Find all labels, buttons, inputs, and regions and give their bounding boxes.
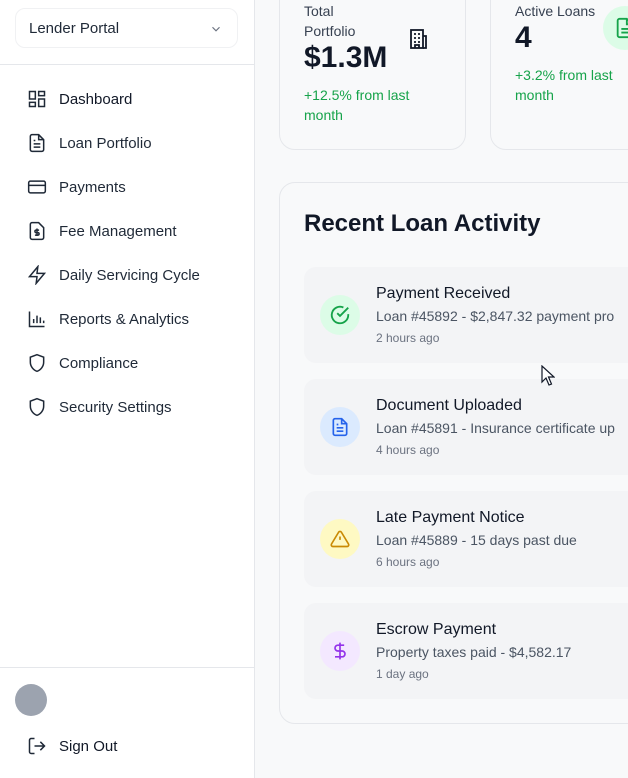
mouse-cursor-icon: [541, 365, 555, 386]
dollar-file-icon: [29, 221, 45, 241]
activity-item[interactable]: Payment Received Loan #45892 - $2,847.32…: [304, 267, 628, 363]
activity-icon-badge: [320, 519, 360, 559]
activity-item[interactable]: Escrow Payment Property taxes paid - $4,…: [304, 603, 628, 699]
activity-icon-badge: [320, 631, 360, 671]
grid-icon: [28, 90, 46, 108]
warning-icon: [330, 530, 350, 548]
portal-select-label: Lender Portal: [29, 19, 120, 37]
sidebar-item-compliance[interactable]: Compliance: [0, 341, 255, 385]
sidebar-item-label: Dashboard: [59, 90, 133, 108]
sidebar-item-security[interactable]: Security Settings: [0, 385, 255, 429]
activity-time: 4 hours ago: [376, 443, 440, 457]
stat-label: Active Loans: [515, 3, 596, 19]
lightning-icon: [27, 265, 47, 285]
activity-icon-badge: [320, 295, 360, 335]
activity-desc: Loan #45889 - 15 days past due: [376, 532, 577, 548]
bar-chart-icon: [28, 311, 45, 328]
activity-time: 2 hours ago: [376, 331, 440, 345]
stat-change: +3.2% from last month: [515, 67, 613, 103]
sidebar-bottom-divider: [0, 667, 255, 668]
activity-item[interactable]: Late Payment Notice Loan #45889 - 15 day…: [304, 491, 628, 587]
shield-icon: [29, 397, 45, 417]
building-icon: [410, 29, 427, 49]
document-icon: [332, 417, 348, 437]
activity-time: 1 day ago: [376, 667, 429, 681]
avatar[interactable]: [15, 684, 47, 716]
activity-title-text: Document Uploaded: [376, 397, 522, 414]
sign-out-label: Sign Out: [59, 737, 118, 755]
shield-icon: [29, 353, 45, 373]
dollar-icon: [334, 642, 346, 660]
activity-title-text: Payment Received: [376, 285, 511, 302]
chevron-down-icon: [212, 26, 220, 32]
sign-out-icon: [28, 737, 46, 755]
activity-desc: Property taxes paid - $4,582.17: [376, 644, 572, 660]
sidebar-item-label: Daily Servicing Cycle: [59, 266, 200, 284]
stat-label: Total Portfolio: [304, 3, 356, 39]
sidebar-item-label: Security Settings: [59, 398, 172, 416]
sidebar-item-label: Loan Portfolio: [59, 134, 152, 152]
sidebar-item-daily-servicing[interactable]: Daily Servicing Cycle: [0, 253, 255, 297]
portal-select[interactable]: Lender Portal: [15, 8, 238, 48]
sidebar-item-loan-portfolio[interactable]: Loan Portfolio: [0, 121, 255, 165]
stat-value: $1.3M: [304, 41, 388, 74]
sidebar-item-label: Payments: [59, 178, 126, 196]
stat-value: 4: [515, 21, 532, 54]
sidebar-divider: [0, 64, 255, 65]
sidebar-item-reports[interactable]: Reports & Analytics: [0, 297, 255, 341]
sign-out-button[interactable]: Sign Out: [27, 736, 117, 756]
document-icon: [616, 17, 628, 39]
activity-title-text: Escrow Payment: [376, 621, 497, 638]
sidebar-nav: Dashboard Loan Portfolio Payments Fee Ma…: [0, 77, 255, 429]
activity-title-text: Late Payment Notice: [376, 509, 525, 526]
sidebar-item-payments[interactable]: Payments: [0, 165, 255, 209]
activity-desc: Loan #45891 - Insurance certificate up: [376, 420, 615, 436]
sidebar: Lender Portal Dashboard Loan Portfolio P…: [0, 0, 255, 778]
sidebar-item-fee-management[interactable]: Fee Management: [0, 209, 255, 253]
sidebar-item-label: Compliance: [59, 354, 139, 372]
stat-change: +12.5% from last month: [304, 87, 410, 123]
activity-title: Recent Loan Activity: [304, 210, 541, 237]
credit-card-icon: [27, 180, 47, 194]
sidebar-item-label: Reports & Analytics: [59, 310, 190, 328]
activity-time: 6 hours ago: [376, 555, 440, 569]
sidebar-item-label: Fee Management: [59, 222, 177, 240]
activity-item[interactable]: Document Uploaded Loan #45891 - Insuranc…: [304, 379, 628, 475]
activity-icon-badge: [320, 407, 360, 447]
activity-desc: Loan #45892 - $2,847.32 payment pro: [376, 308, 615, 324]
sidebar-item-dashboard[interactable]: Dashboard: [0, 77, 255, 121]
app: Lender Portal Dashboard Loan Portfolio P…: [0, 0, 628, 778]
document-icon: [29, 133, 45, 153]
check-circle-icon: [330, 305, 350, 325]
